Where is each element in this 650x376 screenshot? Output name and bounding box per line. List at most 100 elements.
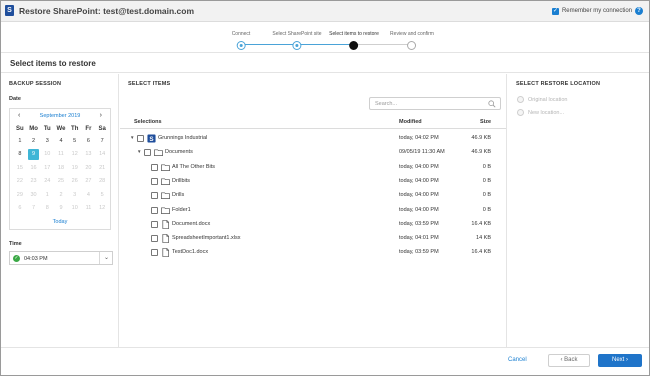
expand-arrow-icon[interactable]: ▼	[137, 149, 141, 154]
next-button[interactable]: Next ›	[598, 354, 642, 367]
tree-row[interactable]: Document.docx today, 03:59 PM 16.4 KB	[120, 218, 506, 232]
weekday-header: Mo	[29, 126, 38, 132]
item-name: SpreadsheetImportant1.xlsx	[172, 235, 241, 242]
calendar-day[interactable]: 6	[82, 135, 96, 148]
remember-connection[interactable]: ✓ Remember my connection ?	[551, 7, 643, 15]
item-checkbox[interactable]	[151, 220, 158, 228]
expand-arrow-icon[interactable]: ▼	[130, 135, 134, 140]
calendar-day: 30	[27, 189, 41, 202]
item-size: 0 B	[482, 206, 491, 213]
tree-row[interactable]: Drills today, 04:00 PM 0 B	[120, 189, 506, 203]
step-done-icon	[292, 41, 302, 50]
day-number: 10	[71, 204, 78, 211]
next-month-icon[interactable]: ›	[100, 112, 102, 119]
calendar-day[interactable]: 2	[27, 135, 41, 148]
step-done-icon	[236, 41, 246, 50]
column-modified[interactable]: Modified	[399, 119, 422, 125]
day-number: 13	[85, 151, 92, 158]
calendar-day: 10	[40, 148, 54, 161]
calendar-month: September 2019	[39, 113, 81, 119]
column-selections[interactable]: Selections	[134, 119, 162, 125]
day-number: 28	[99, 178, 106, 185]
day-number: 23	[30, 178, 37, 185]
item-size: 0 B	[482, 192, 491, 199]
radio-button[interactable]	[517, 109, 524, 116]
item-checkbox[interactable]	[144, 149, 151, 157]
calendar-day[interactable]: 3	[40, 135, 54, 148]
remember-connection-label: Remember my connection	[561, 8, 632, 14]
tree-row[interactable]: ▼ S Grunnings Industrial today, 04:02 PM 46.…	[120, 132, 506, 146]
step-review: Review and confirm	[390, 31, 434, 50]
day-number: 8	[45, 204, 49, 211]
day-number: 30	[30, 191, 37, 198]
calendar-day[interactable]: 8	[13, 148, 27, 161]
item-modified: today, 04:00 PM	[399, 192, 439, 199]
calendar-day[interactable]: 5	[68, 135, 82, 148]
item-size: 16.4 KB	[471, 249, 491, 256]
item-checkbox[interactable]	[151, 235, 158, 243]
day-number: 2	[32, 138, 36, 144]
item-checkbox[interactable]	[151, 177, 158, 185]
day-number: 15	[16, 164, 23, 171]
checkbox-checked-icon[interactable]: ✓	[551, 7, 559, 15]
search-input[interactable]: Search...	[369, 97, 501, 110]
search-icon[interactable]	[488, 100, 496, 108]
weekday-header: Su	[16, 126, 24, 132]
item-checkbox[interactable]	[151, 249, 158, 257]
calendar-day: 21	[95, 162, 109, 175]
calendar-day-selected[interactable]: 9	[27, 148, 41, 161]
day-number: 24	[44, 178, 51, 185]
time-select[interactable]: ✓ 04:03 PM ⌄	[9, 251, 113, 265]
restore-location-title: SELECT RESTORE LOCATION	[516, 81, 601, 87]
calendar-day: 1	[40, 189, 54, 202]
file-icon	[161, 219, 170, 229]
calendar-day[interactable]: 1	[13, 135, 27, 148]
radio-button[interactable]	[517, 96, 524, 103]
help-icon[interactable]: ?	[635, 7, 643, 15]
back-button[interactable]: ‹ Back	[548, 354, 590, 367]
item-name: TestDoc1.docx	[172, 249, 209, 256]
window-title: Restore SharePoint: test@test.domain.com	[19, 6, 195, 16]
today-link[interactable]: Today	[10, 219, 110, 225]
sharepoint-site-icon: S	[147, 134, 156, 143]
calendar-header: ‹ September 2019 ›	[10, 112, 110, 121]
calendar-day[interactable]: 4	[54, 135, 68, 148]
item-checkbox[interactable]	[151, 206, 158, 214]
calendar-day: 8	[40, 202, 54, 215]
option-original-location[interactable]: Original location	[517, 96, 567, 103]
time-label: Time	[9, 241, 22, 247]
day-number: 3	[73, 191, 77, 198]
tree-row[interactable]: SpreadsheetImportant1.xlsx today, 04:01 P…	[120, 232, 506, 246]
day-number: 5	[73, 138, 77, 144]
item-checkbox[interactable]	[151, 192, 158, 200]
cancel-button[interactable]: Cancel	[508, 357, 527, 363]
folder-icon	[161, 191, 170, 200]
calendar-day: 14	[95, 148, 109, 161]
tree-row[interactable]: All The Other Bits today, 04:00 PM 0 B	[120, 161, 506, 175]
step-current-icon	[349, 41, 359, 50]
tree-row[interactable]: TestDoc1.docx today, 03:59 PM 16.4 KB	[120, 246, 506, 260]
item-checkbox[interactable]	[137, 135, 144, 142]
column-size[interactable]: Size	[480, 119, 491, 125]
tree-row[interactable]: Drillbits today, 04:00 PM 0 B	[120, 175, 506, 189]
option-new-location[interactable]: New location...	[517, 109, 564, 116]
calendar-day: 11	[54, 148, 68, 161]
calendar-day[interactable]: 7	[95, 135, 109, 148]
item-checkbox[interactable]	[151, 163, 158, 171]
step-label: Connect	[231, 31, 251, 37]
item-name: All The Other Bits	[172, 163, 215, 170]
item-modified: today, 04:02 PM	[399, 135, 439, 141]
item-size: 46.9 KB	[471, 149, 491, 156]
weekday-header: Th	[71, 126, 79, 132]
chevron-down-icon[interactable]: ⌄	[104, 254, 109, 261]
date-label: Date	[9, 96, 21, 102]
day-number: 16	[30, 164, 37, 171]
item-modified: today, 04:01 PM	[399, 235, 439, 242]
day-number: 6	[18, 204, 22, 211]
day-number: 21	[99, 164, 106, 171]
day-number: 1	[18, 138, 22, 144]
day-number: 4	[59, 138, 63, 144]
tree-row[interactable]: Folder1 today, 04:00 PM 0 B	[120, 204, 506, 218]
item-modified: today, 03:59 PM	[399, 249, 439, 256]
tree-row[interactable]: ▼ Documents 09/05/19 11:30 AM 46.9 KB	[120, 146, 506, 160]
